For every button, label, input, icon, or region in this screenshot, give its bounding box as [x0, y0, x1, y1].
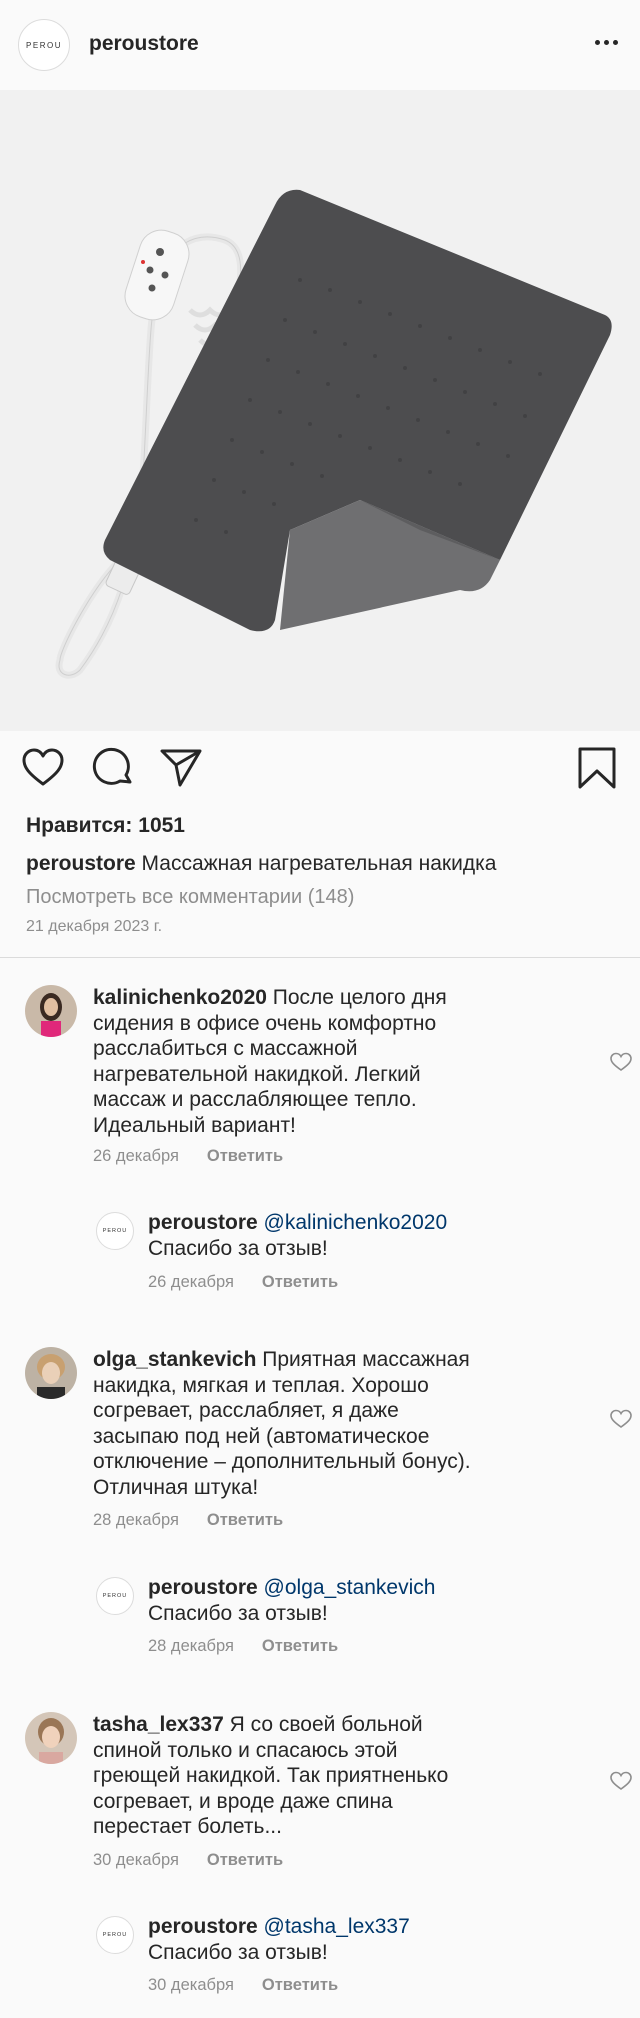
reply-text: peroustore @olga_stankevich Спасибо за о… — [148, 1576, 436, 1625]
reply-item: PEROU peroustore @tasha_lex337 Спасибо з… — [96, 1914, 616, 1994]
reply-button[interactable]: Ответить — [262, 1637, 338, 1655]
reply-button[interactable]: Ответить — [207, 1851, 283, 1869]
more-dots-icon[interactable] — [595, 34, 618, 51]
post-caption: peroustore Массажная нагревательная наки… — [26, 852, 626, 876]
comment-date: 26 декабря — [93, 1147, 179, 1165]
comment-meta: 28 декабря Ответить — [93, 1511, 284, 1529]
heart-icon[interactable] — [610, 1052, 632, 1072]
comment-username[interactable]: tasha_lex337 — [93, 1713, 224, 1736]
reply-meta: 26 декабря Ответить — [148, 1273, 339, 1291]
view-all-comments-link[interactable]: Посмотреть все комментарии (148) — [26, 886, 354, 909]
comment-item: olga_stankevich Приятная массажная накид… — [25, 1347, 632, 1537]
post-header: PEROU peroustore — [0, 0, 640, 90]
store-avatar[interactable]: PEROU — [96, 1916, 134, 1954]
heating-pad-image — [55, 189, 612, 679]
caption-text: Массажная нагревательная накидка — [141, 852, 497, 875]
heart-icon[interactable] — [610, 1771, 632, 1791]
comment-text: kalinichenko2020 После целого дня сидени… — [93, 986, 447, 1137]
comment-username[interactable]: kalinichenko2020 — [93, 986, 267, 1009]
post-image[interactable] — [0, 90, 640, 731]
comment-meta: 30 декабря Ответить — [93, 1851, 284, 1869]
reply-button[interactable]: Ответить — [207, 1511, 283, 1529]
bookmark-icon[interactable] — [574, 745, 620, 791]
store-avatar[interactable]: PEROU — [96, 1212, 134, 1250]
reply-text: peroustore @kalinichenko2020 Спасибо за … — [148, 1211, 448, 1260]
divider — [0, 957, 640, 958]
heart-icon[interactable] — [610, 1409, 632, 1429]
comment-meta: 26 декабря Ответить — [93, 1147, 283, 1166]
comment-text: tasha_lex337 Я со своей больной спиной т… — [93, 1713, 449, 1838]
reply-meta: 30 декабря Ответить — [148, 1976, 339, 1994]
post-actions — [0, 745, 640, 795]
likes-count[interactable]: Нравится: 1051 — [26, 814, 185, 838]
store-avatar[interactable]: PEROU — [96, 1577, 134, 1615]
avatar[interactable] — [25, 985, 77, 1037]
comment-item: tasha_lex337 Я со своей больной спиной т… — [25, 1712, 632, 1872]
store-avatar[interactable]: PEROU — [18, 19, 70, 71]
reply-item: PEROU peroustore @olga_stankevich Спасиб… — [96, 1575, 616, 1655]
logo-text: PEROU — [26, 40, 62, 50]
avatar[interactable] — [25, 1347, 77, 1399]
mention-link[interactable]: @kalinichenko2020 — [264, 1211, 448, 1234]
reply-item: PEROU peroustore @kalinichenko2020 Спаси… — [96, 1210, 616, 1291]
reply-meta: 28 декабря Ответить — [148, 1637, 339, 1655]
caption-username[interactable]: peroustore — [26, 852, 136, 875]
reply-button[interactable]: Ответить — [262, 1976, 338, 1994]
avatar[interactable] — [25, 1712, 77, 1764]
post-date: 21 декабря 2023 г. — [26, 918, 163, 935]
header-username[interactable]: peroustore — [89, 32, 199, 56]
reply-username[interactable]: peroustore — [148, 1915, 258, 1938]
mention-link[interactable]: @olga_stankevich — [264, 1576, 436, 1599]
comment-icon[interactable] — [90, 745, 136, 791]
reply-button[interactable]: Ответить — [262, 1273, 338, 1291]
comment-username[interactable]: olga_stankevich — [93, 1348, 256, 1371]
mention-link[interactable]: @tasha_lex337 — [264, 1915, 410, 1938]
comment-item: kalinichenko2020 После целого дня сидени… — [25, 985, 632, 1175]
reply-username[interactable]: peroustore — [148, 1211, 258, 1234]
reply-button[interactable]: Ответить — [207, 1147, 283, 1165]
reply-text: peroustore @tasha_lex337 Спасибо за отзы… — [148, 1915, 410, 1964]
heart-icon[interactable] — [20, 745, 66, 791]
paper-plane-icon[interactable] — [158, 745, 204, 791]
reply-username[interactable]: peroustore — [148, 1576, 258, 1599]
comment-text: olga_stankevich Приятная массажная накид… — [93, 1348, 471, 1499]
